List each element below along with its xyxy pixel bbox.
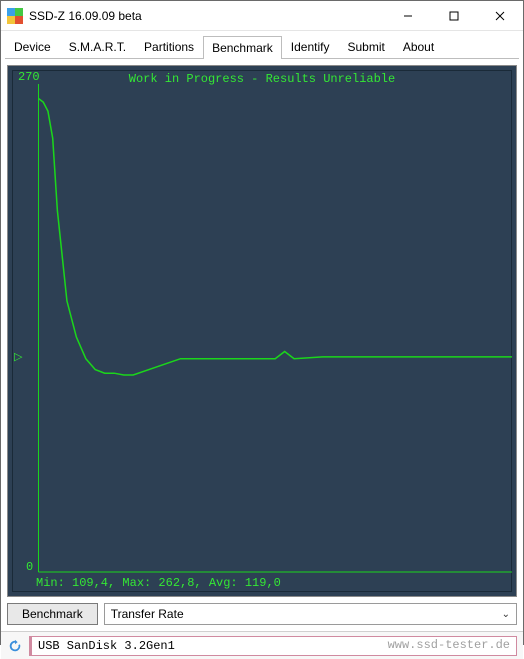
chart-stats: Min: 109,4, Max: 262,8, Avg: 119,0 [36, 576, 281, 590]
maximize-button[interactable] [431, 1, 477, 30]
tab-identify[interactable]: Identify [282, 35, 339, 58]
tab-about[interactable]: About [394, 35, 443, 58]
chart-avg-marker: ▷ [14, 350, 22, 364]
chart-y-min: 0 [26, 560, 33, 574]
titlebar: SSD-Z 16.09.09 beta [1, 1, 523, 31]
tab-device[interactable]: Device [5, 35, 60, 58]
chevron-down-icon: ⌄ [502, 609, 510, 620]
app-icon [7, 8, 23, 24]
window-title: SSD-Z 16.09.09 beta [29, 9, 385, 23]
refresh-icon[interactable] [7, 638, 23, 654]
status-bar: USB SanDisk 3.2Gen1 www.ssd-tester.de [1, 631, 523, 659]
tab-partitions[interactable]: Partitions [135, 35, 203, 58]
chart-plot [8, 66, 516, 596]
benchmark-button[interactable]: Benchmark [7, 603, 98, 625]
window-controls [385, 1, 523, 30]
benchmark-chart: Work in Progress - Results Unreliable 27… [7, 65, 517, 597]
chart-y-max: 270 [18, 70, 40, 84]
tab-smart[interactable]: S.M.A.R.T. [60, 35, 135, 58]
tab-submit[interactable]: Submit [338, 35, 393, 58]
mode-select[interactable]: Transfer Rate ⌄ [104, 603, 517, 625]
chart-title: Work in Progress - Results Unreliable [8, 72, 516, 86]
minimize-button[interactable] [385, 1, 431, 30]
mode-select-value: Transfer Rate [111, 607, 184, 621]
tab-bar: Device S.M.A.R.T. Partitions Benchmark I… [1, 31, 523, 58]
tab-benchmark[interactable]: Benchmark [203, 36, 282, 59]
close-button[interactable] [477, 1, 523, 30]
drive-name: USB SanDisk 3.2Gen1 [38, 639, 175, 653]
benchmark-controls: Benchmark Transfer Rate ⌄ [7, 603, 517, 625]
drive-status[interactable]: USB SanDisk 3.2Gen1 www.ssd-tester.de [29, 636, 517, 656]
